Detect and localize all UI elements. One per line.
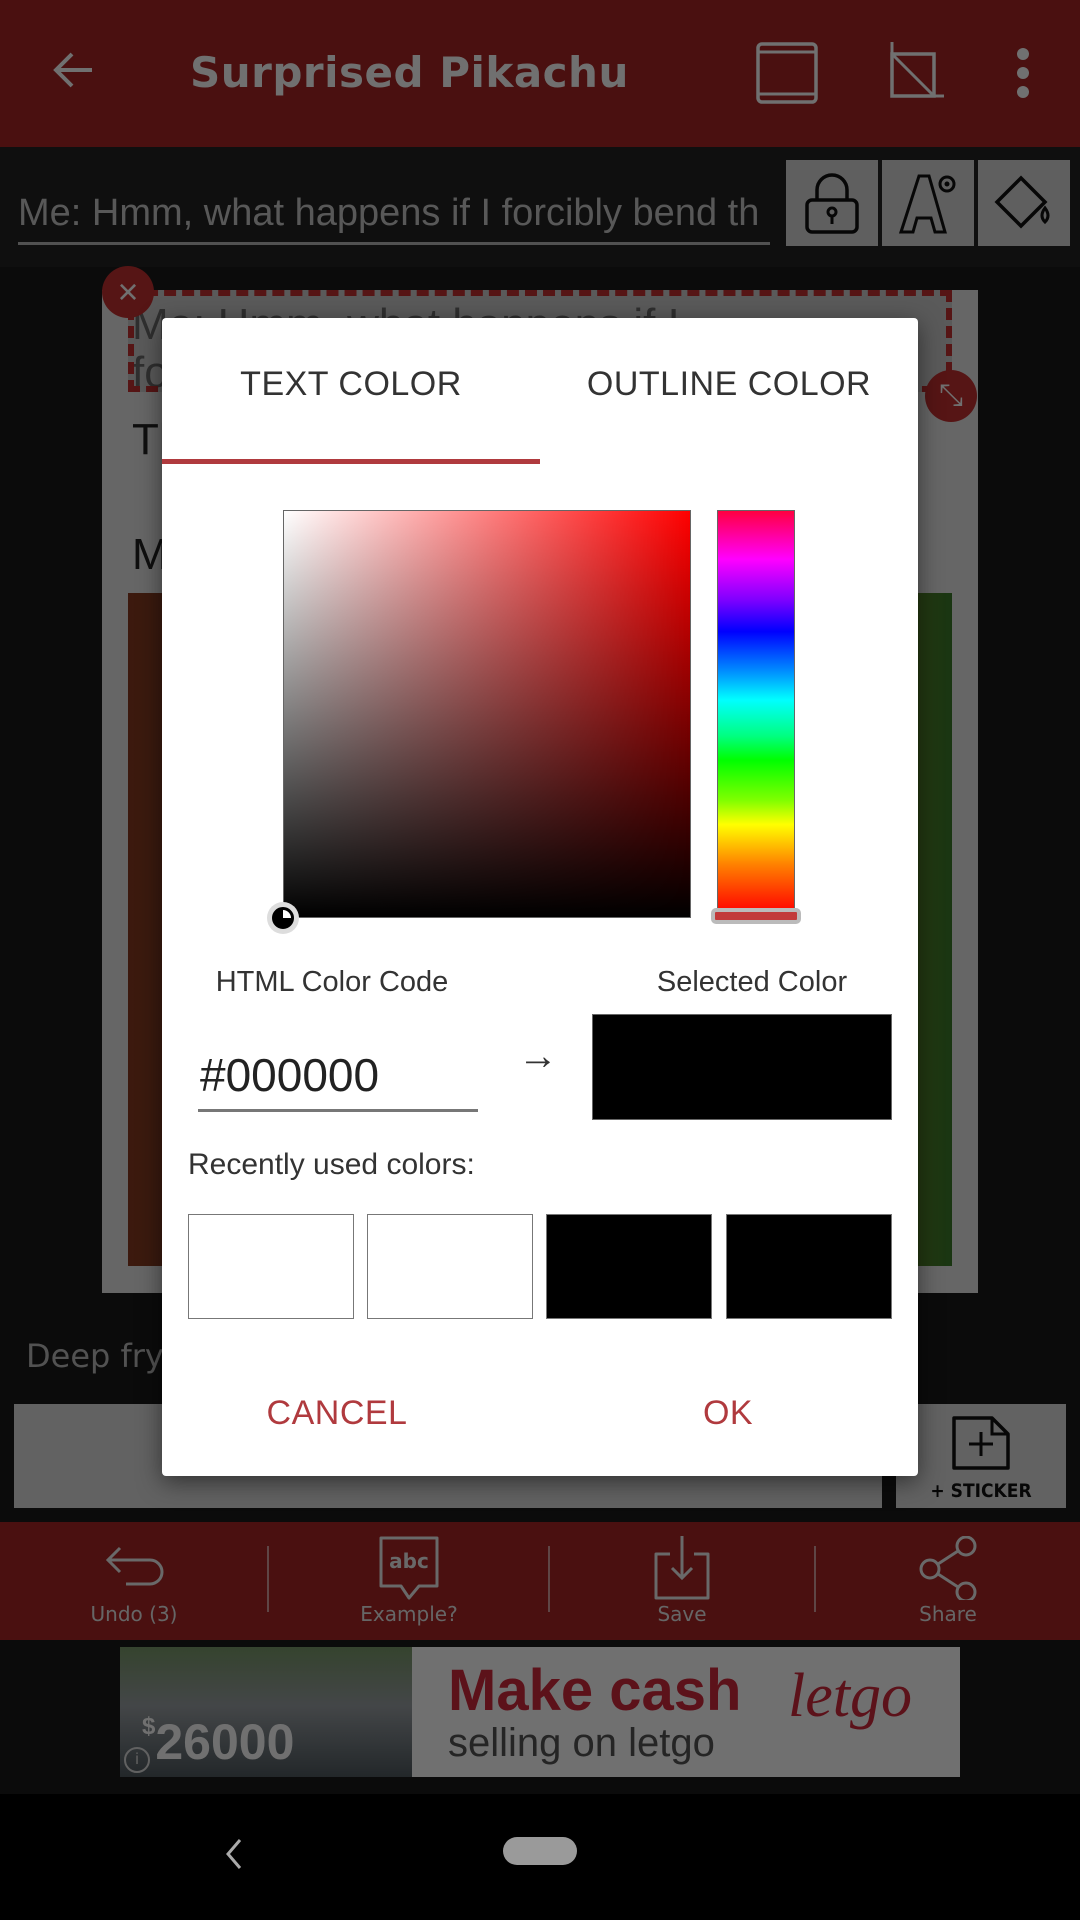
recent-color-swatch[interactable]: [188, 1214, 354, 1319]
recent-colors-label: Recently used colors:: [188, 1148, 475, 1181]
selected-color-label: Selected Color: [656, 966, 848, 998]
saturation-value-picker[interactable]: [283, 510, 691, 918]
hue-slider[interactable]: [717, 510, 795, 914]
nav-home-pill[interactable]: [503, 1837, 577, 1865]
recent-color-swatch[interactable]: [726, 1214, 892, 1319]
ok-button[interactable]: OK: [678, 1378, 778, 1448]
tab-text-color[interactable]: TEXT COLOR: [162, 318, 540, 464]
picker-cursor-icon: [272, 907, 294, 929]
selected-color-swatch: [592, 1014, 892, 1120]
html-color-code-input[interactable]: [198, 1040, 478, 1112]
recent-color-swatch[interactable]: [367, 1214, 533, 1319]
html-color-code-label: HTML Color Code: [215, 966, 449, 998]
color-picker-dialog: TEXT COLOR OUTLINE COLOR HTML Color Code…: [162, 318, 918, 1476]
picker-cursor[interactable]: [267, 902, 299, 934]
color-tabs: TEXT COLOR OUTLINE COLOR: [162, 318, 918, 464]
tab-outline-color[interactable]: OUTLINE COLOR: [540, 318, 918, 464]
cancel-button[interactable]: CANCEL: [232, 1378, 442, 1448]
active-tab-indicator: [162, 459, 540, 464]
system-nav-bar: [0, 1794, 1080, 1920]
recent-color-swatch[interactable]: [546, 1214, 712, 1319]
hue-slider-handle[interactable]: [711, 908, 801, 924]
arrow-right-icon: →: [518, 1034, 558, 1078]
nav-back-icon[interactable]: [218, 1834, 248, 1874]
